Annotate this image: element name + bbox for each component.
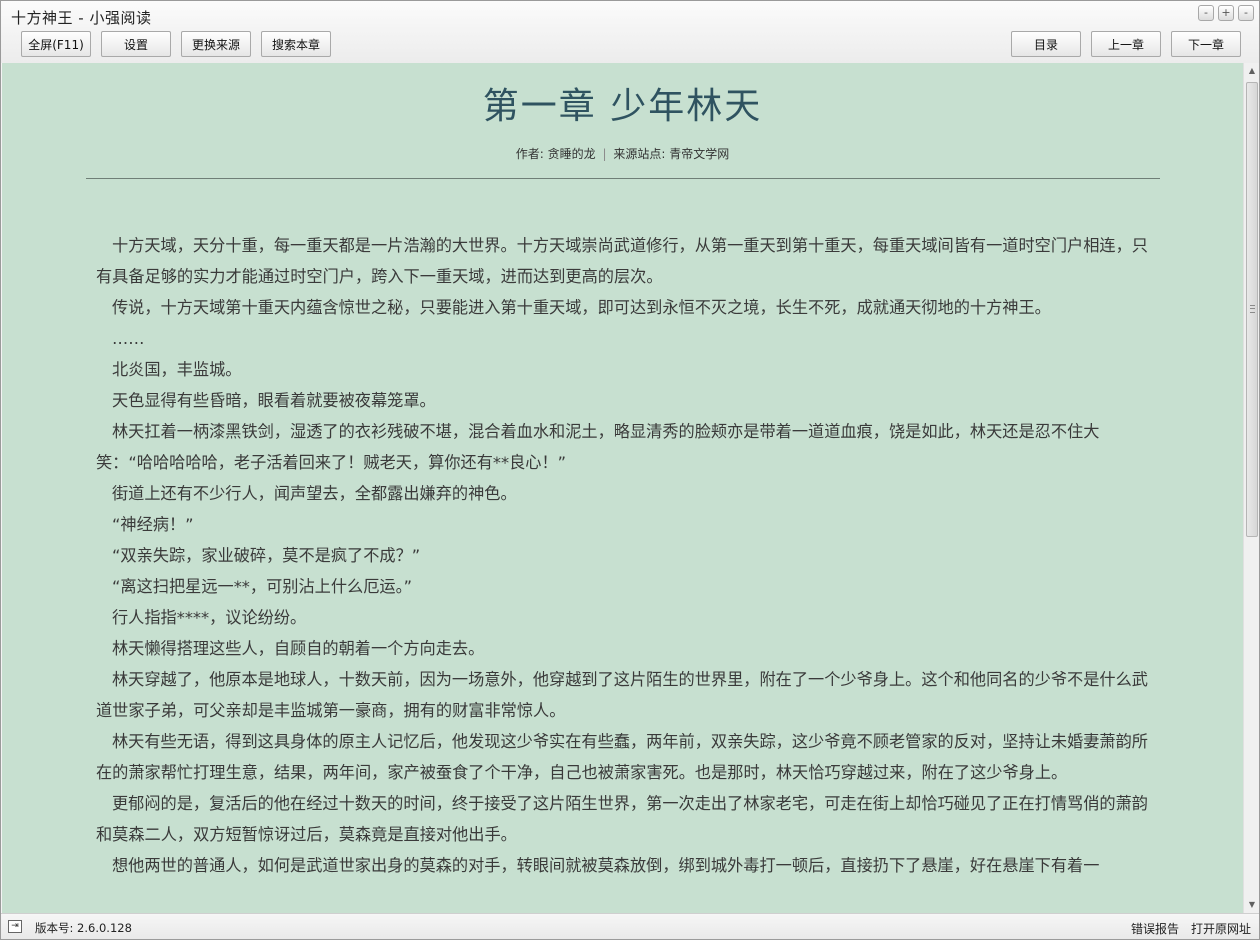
scroll-down-arrow-icon[interactable]: ▼	[1244, 897, 1260, 913]
author-name: 贪睡的龙	[547, 147, 596, 161]
reader-window: 十方神王 - 小强阅读 - + - 全屏(F11) 设置 更换来源 搜索本章 目…	[0, 0, 1260, 940]
paragraph: “神经病！”	[112, 515, 194, 534]
paragraph: “双亲失踪，家业破碎，莫不是疯了不成？”	[112, 546, 421, 565]
title-divider	[86, 178, 1160, 179]
search-chapter-button[interactable]: 搜索本章	[261, 31, 331, 57]
scroll-up-arrow-icon[interactable]: ▲	[1244, 63, 1260, 79]
paragraph: 十方天域，天分十重，每一重天都是一片浩瀚的大世界。十方天域崇尚武道修行，从第一重…	[96, 236, 1148, 286]
paragraph: 林天有些无语，得到这具身体的原主人记忆后，他发现这少爷实在有些蠢，两年前，双亲失…	[96, 732, 1148, 782]
window-title: 十方神王 - 小强阅读	[11, 9, 152, 27]
reading-area[interactable]: 第一章 少年林天 作者: 贪睡的龙 | 来源站点: 青帝文学网 十方天域，天分十…	[2, 63, 1243, 913]
source-label: 来源站点:	[613, 147, 666, 161]
chapter-meta: 作者: 贪睡的龙 | 来源站点: 青帝文学网	[2, 145, 1243, 162]
minimize-button[interactable]: -	[1198, 5, 1214, 21]
collapse-panel-icon[interactable]: ⇥	[8, 920, 22, 933]
paragraph: 林天穿越了，他原本是地球人，十数天前，因为一场意外，他穿越到了这片陌生的世界里，…	[96, 670, 1148, 720]
fullscreen-button[interactable]: 全屏(F11)	[21, 31, 91, 57]
paragraph: “离这扫把星远一**，可别沾上什么厄运。”	[112, 577, 413, 596]
next-chapter-button[interactable]: 下一章	[1171, 31, 1241, 57]
vertical-scrollbar[interactable]: ▲ ▼	[1243, 63, 1259, 913]
change-source-button[interactable]: 更换来源	[181, 31, 251, 57]
version-label: 版本号: 2.6.0.128	[35, 921, 132, 935]
chapter-title: 第一章 少年林天	[482, 86, 763, 127]
title-bar: 十方神王 - 小强阅读 - + - 全屏(F11) 设置 更换来源 搜索本章 目…	[1, 1, 1259, 63]
maximize-button[interactable]: +	[1218, 5, 1234, 21]
grip-icon	[1250, 305, 1255, 313]
meta-separator: |	[602, 147, 607, 161]
settings-button[interactable]: 设置	[101, 31, 171, 57]
toc-button[interactable]: 目录	[1011, 31, 1081, 57]
paragraph: 北炎国，丰监城。	[112, 360, 242, 379]
paragraph: 传说，十方天域第十重天内蕴含惊世之秘，只要能进入第十重天域，即可达到永恒不灭之境…	[112, 298, 1051, 317]
close-button[interactable]: -	[1238, 5, 1254, 21]
source-name: 青帝文学网	[669, 147, 730, 161]
paragraph: 更郁闷的是，复活后的他在经过十数天的时间，终于接受了这片陌生世界，第一次走出了林…	[96, 794, 1148, 844]
paragraph: 街道上还有不少行人，闻声望去，全都露出嫌弃的神色。	[112, 484, 517, 503]
open-original-url-link[interactable]: 打开原网址	[1191, 920, 1251, 937]
paragraph: 想他两世的普通人，如何是武道世家出身的莫森的对手，转眼间就被莫森放倒，绑到城外毒…	[112, 856, 1100, 875]
paragraph: ……	[112, 329, 145, 348]
prev-chapter-button[interactable]: 上一章	[1091, 31, 1161, 57]
report-error-link[interactable]: 错误报告	[1131, 920, 1179, 937]
paragraph: 林天扛着一柄漆黑铁剑，湿透了的衣衫残破不堪，混合着血水和泥土，略显清秀的脸颊亦是…	[96, 422, 1100, 472]
scroll-thumb[interactable]	[1246, 82, 1258, 537]
author-label: 作者:	[515, 147, 544, 161]
status-bar: ⇥ 版本号: 2.6.0.128 错误报告 打开原网址	[1, 913, 1259, 939]
paragraph: 行人指指****，议论纷纷。	[112, 608, 307, 627]
paragraph: 天色显得有些昏暗，眼看着就要被夜幕笼罩。	[112, 391, 436, 410]
chapter-body: 十方天域，天分十重，每一重天都是一片浩瀚的大世界。十方天域崇尚武道修行，从第一重…	[96, 230, 1156, 881]
paragraph: 林天懒得搭理这些人，自顾自的朝着一个方向走去。	[112, 639, 485, 658]
